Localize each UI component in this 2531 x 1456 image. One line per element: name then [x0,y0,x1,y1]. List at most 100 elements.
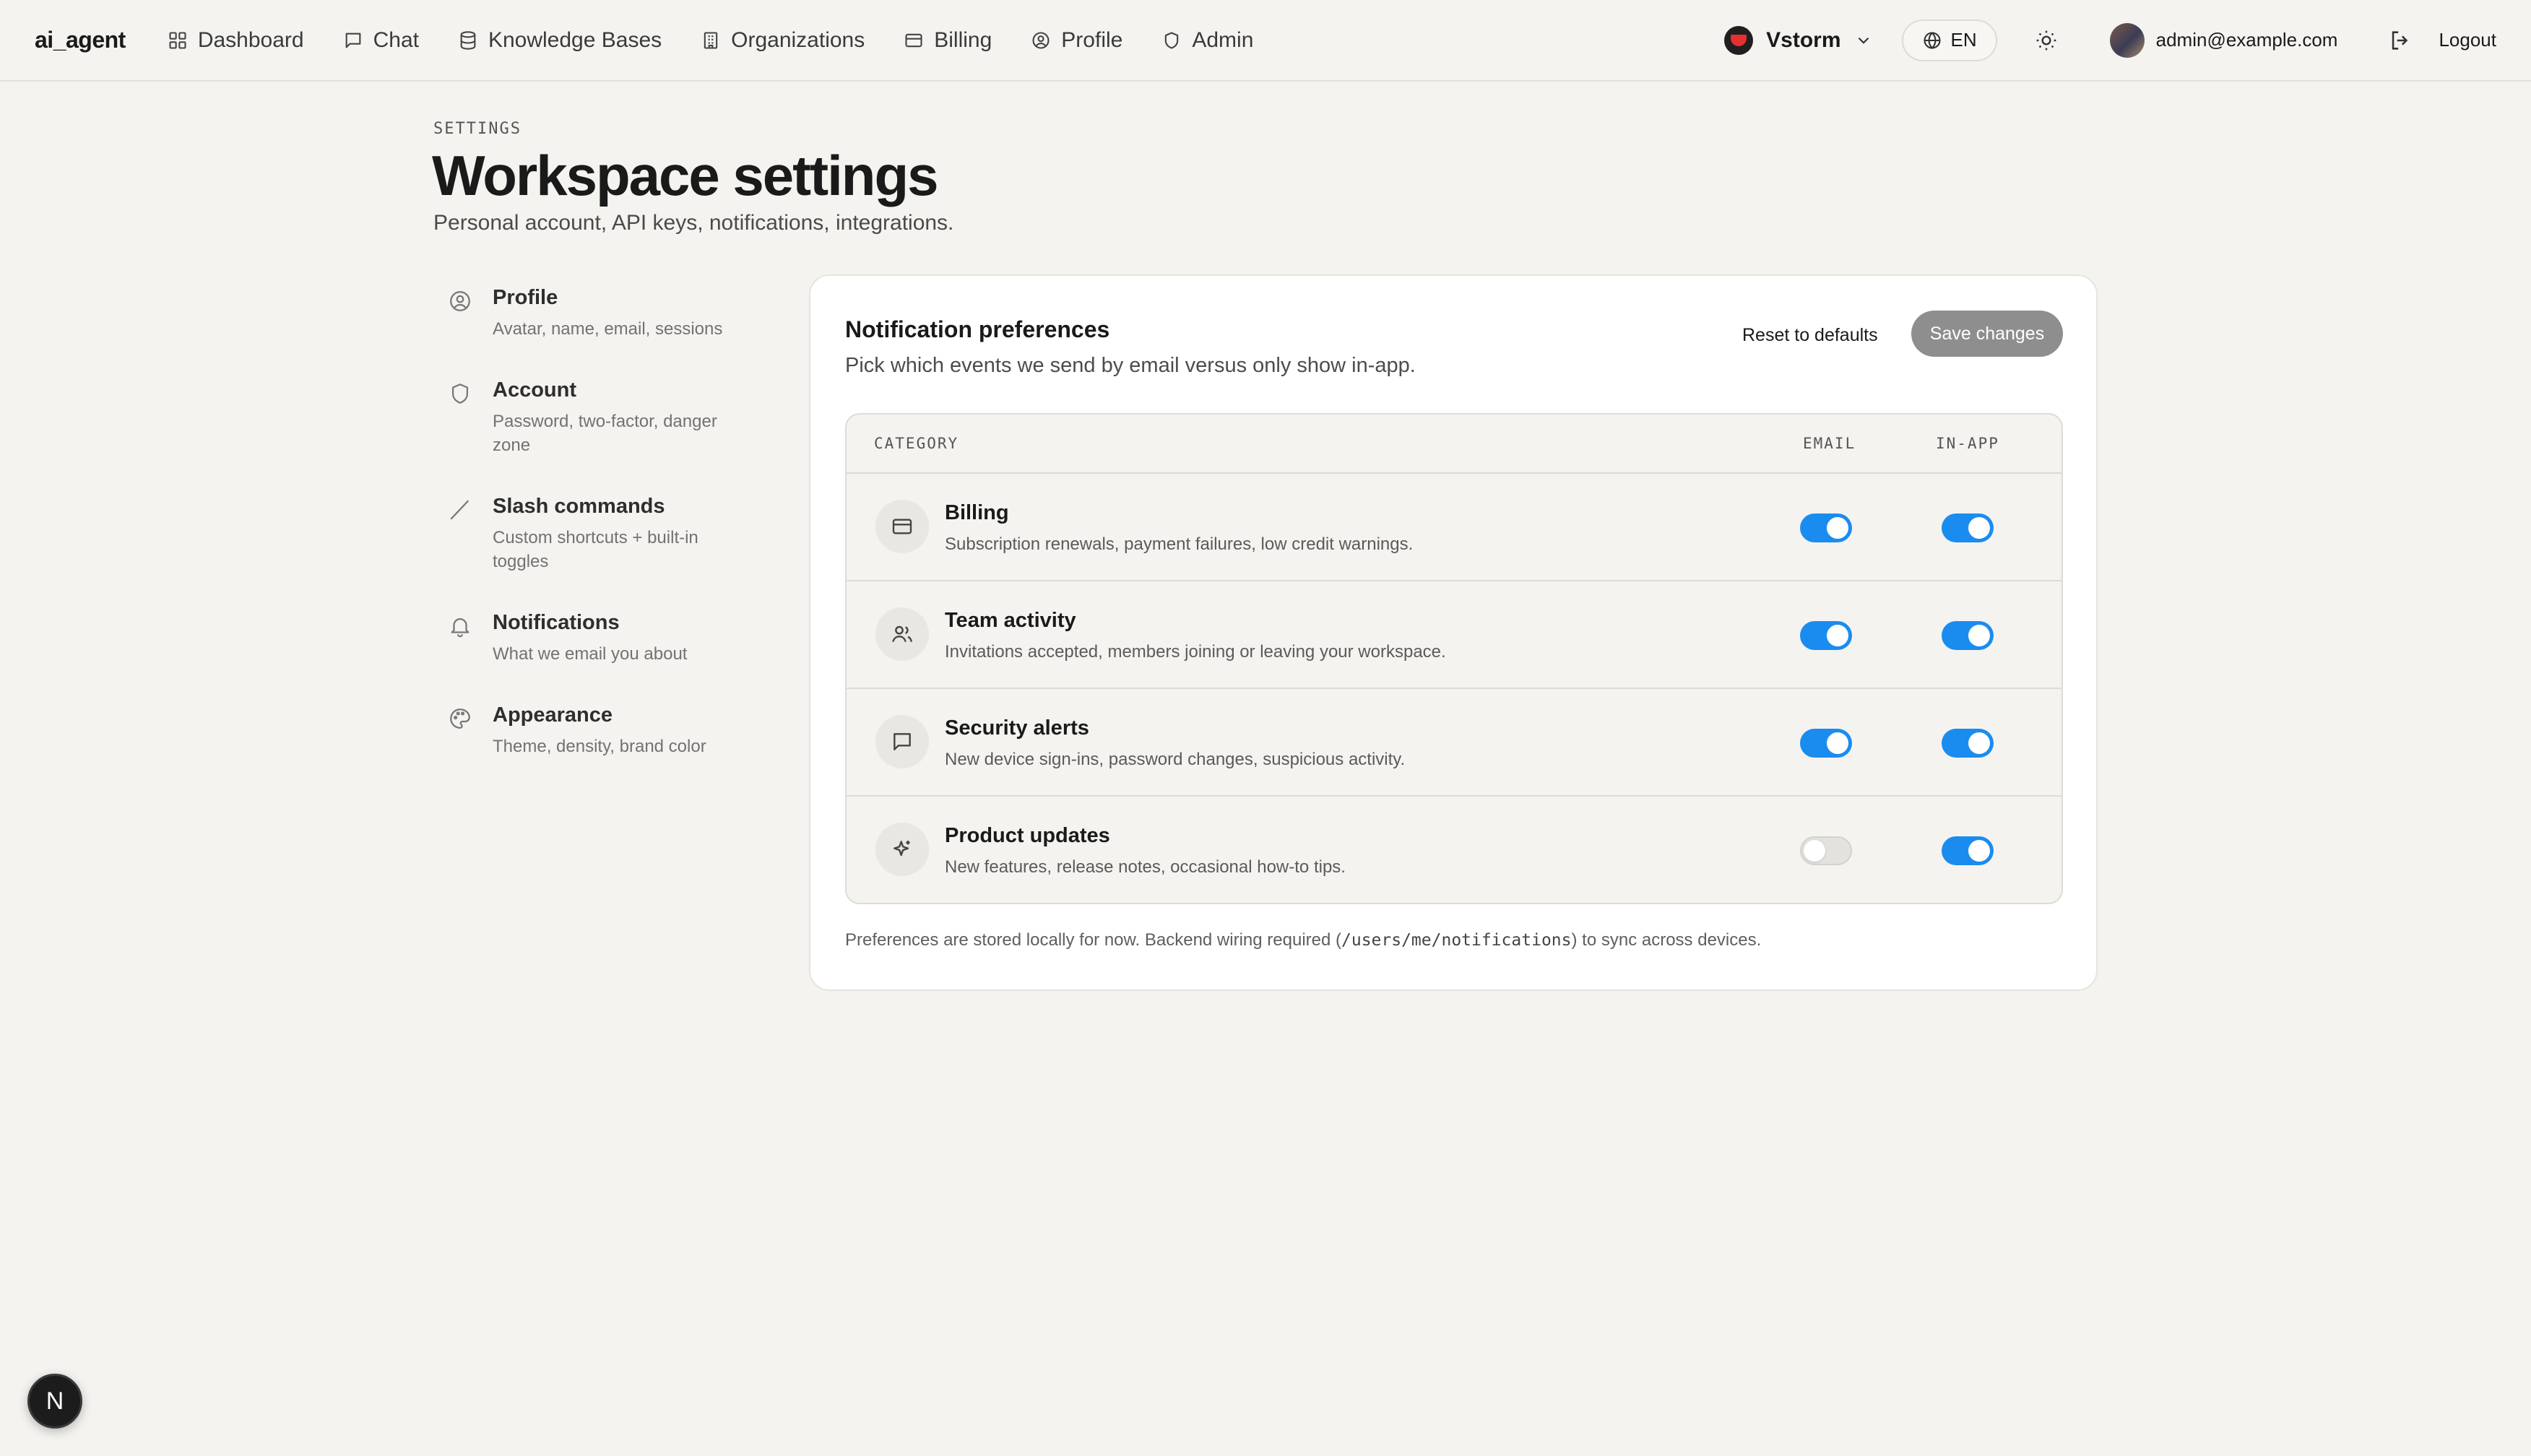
nav-item-organizations[interactable]: Organizations [701,28,865,53]
grid-icon [168,30,188,51]
page-eyebrow: SETTINGS [433,120,522,138]
save-changes-button[interactable]: Save changes [1911,311,2063,357]
column-header-in-app: IN-APP [1936,435,1999,452]
side-item-profile[interactable]: Profile Avatar, name, email, sessions [448,286,766,341]
row-desc: Invitations accepted, members joining or… [945,642,1446,662]
side-item-appearance[interactable]: Appearance Theme, density, brand color [448,703,766,758]
users-icon [875,607,929,661]
toggle-knob [1827,517,1848,539]
org-name: Vstorm [1766,27,1841,52]
sparkle-icon [875,823,929,876]
message-square-icon [875,715,929,768]
in-app-toggle-product-updates[interactable] [1942,836,1994,865]
nav-item-profile[interactable]: Profile [1031,28,1122,53]
table-row-billing: Billing Subscription renewals, payment f… [847,474,2061,581]
page-subtitle: Personal account, API keys, notification… [433,211,954,235]
footnote-endpoint: /users/me/notifications [1341,931,1572,950]
side-item-title: Account [493,378,576,402]
user-email: admin@example.com [2155,29,2338,51]
notification-table: CATEGORY EMAIL IN-APP Billing Subscripti… [845,413,2063,904]
footnote-text: ) to sync across devices. [1571,930,1762,950]
page-title: Workspace settings [432,144,938,207]
table-row-product-updates: Product updates New features, release no… [847,797,2061,903]
notification-preferences-card: Notification preferences Pick which even… [809,274,2098,991]
email-toggle-product-updates[interactable] [1800,836,1852,865]
table-row-security-alerts: Security alerts New device sign-ins, pas… [847,689,2061,797]
shield-icon [448,378,472,457]
toggle-knob [1804,840,1825,862]
table-header: CATEGORY EMAIL IN-APP [847,415,2061,474]
language-label: EN [1950,29,1977,51]
credit-card-icon [875,500,929,553]
nav-item-label: Profile [1061,27,1123,52]
card-title: Notification preferences [845,316,1110,342]
nav-item-knowledge-bases[interactable]: Knowledge Bases [458,28,662,53]
row-title: Team activity [945,609,1076,632]
nav-item-label: Knowledge Bases [488,27,662,52]
logout-icon [2388,28,2413,53]
row-title: Billing [945,501,1009,524]
side-item-desc: Avatar, name, email, sessions [493,319,723,339]
nav-item-dashboard[interactable]: Dashboard [168,28,304,53]
footnote-text: Preferences are stored locally for now. … [845,930,1341,950]
palette-icon [448,703,472,758]
settings-side-menu: Profile Avatar, name, email, sessions Ac… [448,286,766,796]
org-logo-icon [1724,25,1754,55]
nav-item-label: Admin [1192,27,1254,52]
email-toggle-team-activity[interactable] [1800,621,1852,650]
side-item-slash-commands[interactable]: Slash commands Custom shortcuts + built-… [448,495,766,573]
toggle-knob [1827,625,1848,646]
in-app-toggle-team-activity[interactable] [1942,621,1994,650]
theme-toggle-button[interactable] [2026,20,2067,61]
logout-button[interactable]: Logout [2388,28,2496,53]
column-header-email: EMAIL [1803,435,1856,452]
nav-item-billing[interactable]: Billing [904,28,992,53]
globe-icon [1922,30,1942,51]
email-toggle-security-alerts[interactable] [1800,729,1852,758]
card-subtitle: Pick which events we send by email versu… [845,354,1416,377]
bell-icon [448,611,472,666]
reset-to-defaults-button[interactable]: Reset to defaults [1742,325,1878,346]
toggle-knob [1968,517,1990,539]
in-app-toggle-billing[interactable] [1942,514,1994,542]
toggle-knob [1968,625,1990,646]
database-icon [458,30,478,51]
nav-item-chat[interactable]: Chat [343,28,419,53]
side-item-desc: Custom shortcuts + built-in toggles [493,528,698,571]
side-item-notifications[interactable]: Notifications What we email you about [448,611,766,666]
row-desc: New device sign-ins, password changes, s… [945,750,1406,769]
column-header-category: CATEGORY [874,435,959,452]
dev-tools-badge[interactable]: N [27,1374,82,1429]
email-toggle-billing[interactable] [1800,514,1852,542]
side-item-account[interactable]: Account Password, two-factor, danger zon… [448,378,766,457]
nav-item-label: Organizations [731,27,865,52]
side-item-title: Slash commands [493,495,665,518]
org-switcher[interactable]: Vstorm [1724,25,1873,55]
side-item-title: Profile [493,286,558,309]
chat-bubble-icon [343,30,363,51]
side-item-title: Appearance [493,703,613,727]
user-circle-icon [448,286,472,341]
toggle-knob [1968,732,1990,754]
side-item-desc: Password, two-factor, danger zone [493,412,717,455]
row-title: Product updates [945,824,1110,847]
in-app-toggle-security-alerts[interactable] [1942,729,1994,758]
side-item-desc: What we email you about [493,644,688,664]
brand-logo[interactable]: ai_agent [35,27,126,53]
user-menu[interactable]: admin@example.com [2109,22,2338,58]
main-nav: Dashboard Chat Knowledge Bases Organizat… [168,28,1253,53]
row-desc: New features, release notes, occasional … [945,857,1346,877]
nav-item-admin[interactable]: Admin [1161,28,1253,53]
row-desc: Subscription renewals, payment failures,… [945,534,1414,554]
building-icon [701,30,721,51]
logout-label: Logout [2439,29,2496,51]
credit-card-icon [904,30,924,51]
toggle-knob [1827,732,1848,754]
sun-icon [2035,29,2058,52]
table-row-team-activity: Team activity Invitations accepted, memb… [847,581,2061,689]
language-switcher[interactable]: EN [1901,19,1997,61]
side-item-desc: Theme, density, brand color [493,737,706,756]
nav-item-label: Billing [934,27,992,52]
chevron-down-icon [1854,31,1873,50]
avatar [2109,22,2145,58]
